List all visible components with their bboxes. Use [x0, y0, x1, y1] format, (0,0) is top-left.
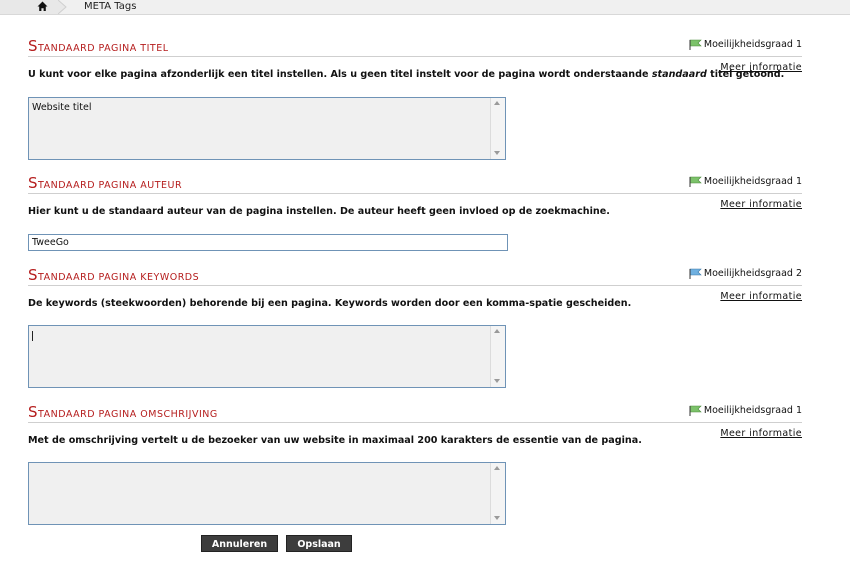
section-divider [28, 193, 802, 194]
scrollbar[interactable] [490, 463, 505, 524]
section-divider [28, 56, 802, 57]
section-description: De keywords (steekwoorden) behorende bij… [28, 298, 632, 309]
difficulty-indicator: Moeilijkheidsgraad 1 [689, 38, 802, 52]
flag-icon [689, 268, 702, 279]
scroll-down-arrow-icon[interactable] [494, 516, 500, 520]
difficulty-indicator: Moeilijkheidsgraad 1 [689, 404, 802, 418]
section-divider [28, 285, 802, 286]
scrollbar[interactable] [490, 326, 505, 387]
more-info-link[interactable]: Meer informatie [720, 428, 802, 439]
section-heading: Standaard pagina auteur [28, 174, 183, 192]
scroll-down-arrow-icon[interactable] [494, 151, 500, 155]
text-cursor [32, 331, 33, 341]
input-value: TweeGo [32, 237, 69, 248]
section-heading: Standaard pagina omschrijving [28, 403, 218, 421]
section-divider [28, 422, 802, 423]
scroll-up-arrow-icon[interactable] [494, 466, 500, 470]
page-title-textarea[interactable]: Website titel [28, 97, 506, 160]
scroll-up-arrow-icon[interactable] [494, 329, 500, 333]
difficulty-indicator: Moeilijkheidsgraad 2 [689, 267, 802, 281]
breadcrumb-home[interactable] [0, 0, 58, 14]
more-info-link[interactable]: Meer informatie [720, 291, 802, 302]
breadcrumb-current: META Tags [84, 1, 137, 12]
flag-icon [689, 176, 702, 187]
section-description: Hier kunt u de standaard auteur van de p… [28, 206, 610, 217]
breadcrumb-separator [58, 0, 67, 14]
textarea-value: Website titel [32, 102, 92, 113]
description-textarea[interactable] [28, 462, 506, 525]
difficulty-indicator: Moeilijkheidsgraad 1 [689, 175, 802, 189]
section-description: U kunt voor elke pagina afzonderlijk een… [28, 69, 785, 80]
keywords-textarea[interactable] [28, 325, 506, 388]
section-description: Met de omschrijving vertelt u de bezoeke… [28, 435, 642, 446]
scroll-up-arrow-icon[interactable] [494, 101, 500, 105]
flag-icon [689, 405, 702, 416]
more-info-link[interactable]: Meer informatie [720, 199, 802, 210]
author-input[interactable]: TweeGo [28, 234, 508, 251]
home-icon [37, 1, 48, 11]
save-button[interactable]: Opslaan [286, 535, 352, 552]
scroll-down-arrow-icon[interactable] [494, 379, 500, 383]
flag-icon [689, 39, 702, 50]
section-heading: Standaard pagina keywords [28, 266, 200, 284]
cancel-button[interactable]: Annuleren [201, 535, 278, 552]
section-heading: Standaard pagina titel [28, 37, 169, 55]
scrollbar[interactable] [490, 98, 505, 159]
breadcrumb: META Tags [0, 0, 850, 15]
